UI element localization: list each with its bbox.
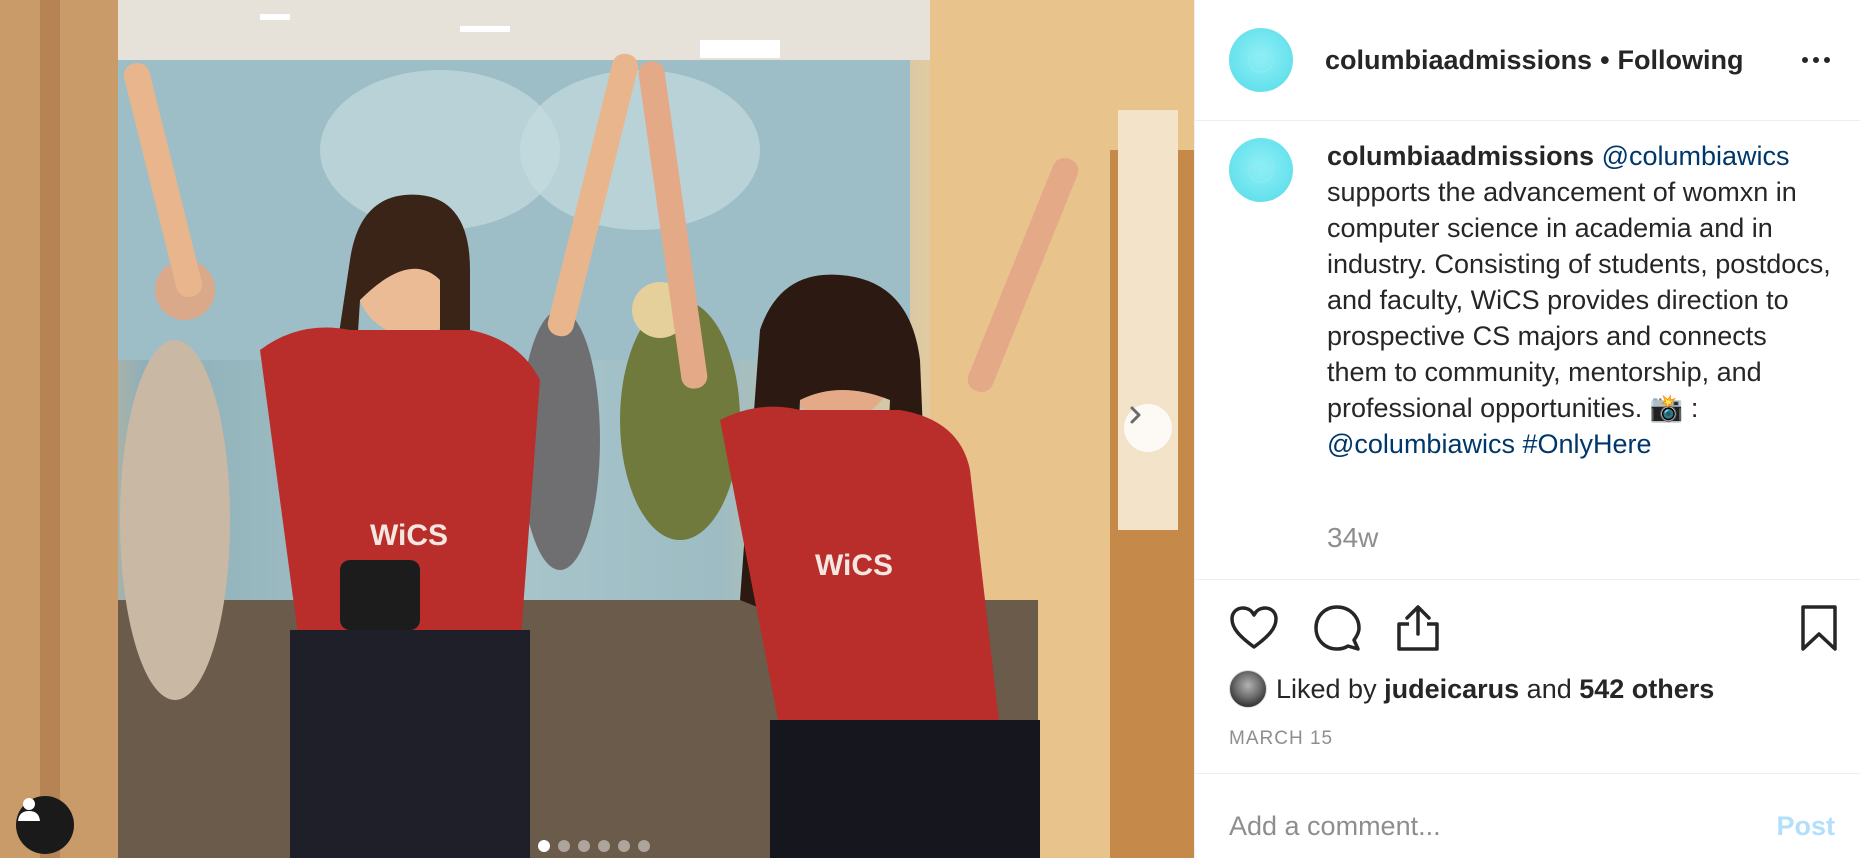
header-username[interactable]: columbiaadmissions: [1325, 45, 1592, 76]
post-sidebar: columbiaadmissions • Following columbiaa…: [1194, 0, 1860, 858]
svg-text:WiCS: WiCS: [370, 519, 448, 552]
caption-author[interactable]: columbiaadmissions: [1327, 141, 1594, 171]
share-button[interactable]: [1395, 604, 1441, 652]
tagged-users-button[interactable]: [16, 796, 74, 854]
heart-icon: [1230, 606, 1278, 649]
comment-button[interactable]: [1313, 604, 1361, 652]
person-icon: [18, 798, 40, 821]
caption-body: supports the advancement of womxn in com…: [1327, 177, 1831, 423]
photo-illustration: WiCS WiCS: [0, 0, 1194, 858]
caption-mention-link[interactable]: @columbiawics: [1602, 141, 1790, 171]
share-icon: [1397, 605, 1439, 651]
carousel-dot: [538, 840, 550, 852]
liker-avatar[interactable]: [1229, 670, 1267, 708]
comment-input[interactable]: [1229, 790, 1777, 842]
post-date[interactable]: MARCH 15: [1229, 728, 1333, 750]
svg-text:WiCS: WiCS: [815, 549, 893, 582]
post-comment-button[interactable]: Post: [1776, 791, 1835, 842]
caption-text: columbiaadmissions @columbiawics support…: [1327, 138, 1831, 462]
lion-logo-icon: [1248, 157, 1274, 183]
carousel-dot: [558, 840, 570, 852]
likes-conjunction: and: [1526, 673, 1572, 704]
chevron-right-icon: [1130, 406, 1141, 424]
carousel-dot: [638, 840, 650, 852]
next-photo-button[interactable]: [1124, 404, 1172, 452]
caption-section: columbiaadmissions @columbiawics support…: [1195, 122, 1860, 580]
follow-status-button[interactable]: Following: [1618, 45, 1744, 76]
carousel-dot: [578, 840, 590, 852]
bookmark-icon: [1801, 605, 1837, 651]
save-button[interactable]: [1799, 604, 1839, 652]
caption-row: columbiaadmissions @columbiawics support…: [1195, 122, 1860, 462]
caption-avatar[interactable]: [1229, 138, 1293, 202]
lion-logo-icon: [1248, 47, 1274, 73]
carousel-indicator: [538, 840, 650, 852]
post-photo[interactable]: WiCS WiCS: [0, 0, 1194, 858]
like-button[interactable]: [1229, 605, 1279, 651]
post-header: columbiaadmissions • Following: [1195, 0, 1860, 121]
comment-icon: [1314, 605, 1361, 651]
post-time-ago[interactable]: 34w: [1327, 522, 1378, 554]
likes-prefix: Liked by: [1276, 673, 1377, 704]
comment-form: Post: [1195, 773, 1860, 858]
caption-mention-link[interactable]: @columbiawics: [1327, 429, 1515, 459]
likes-others-link[interactable]: 542 others: [1579, 674, 1714, 705]
carousel-dot: [598, 840, 610, 852]
profile-avatar[interactable]: [1229, 28, 1293, 92]
instagram-post: WiCS WiCS columbiaadmissions • Following…: [0, 0, 1860, 858]
caption-hashtag-link[interactable]: #OnlyHere: [1522, 429, 1651, 459]
liker-username[interactable]: judeicarus: [1384, 674, 1519, 705]
header-separator: •: [1600, 44, 1610, 75]
more-options-icon[interactable]: [1802, 49, 1830, 71]
likes-summary: Liked by judeicarus and 542 others: [1229, 670, 1714, 708]
carousel-dot: [618, 840, 630, 852]
action-bar: [1195, 580, 1860, 676]
